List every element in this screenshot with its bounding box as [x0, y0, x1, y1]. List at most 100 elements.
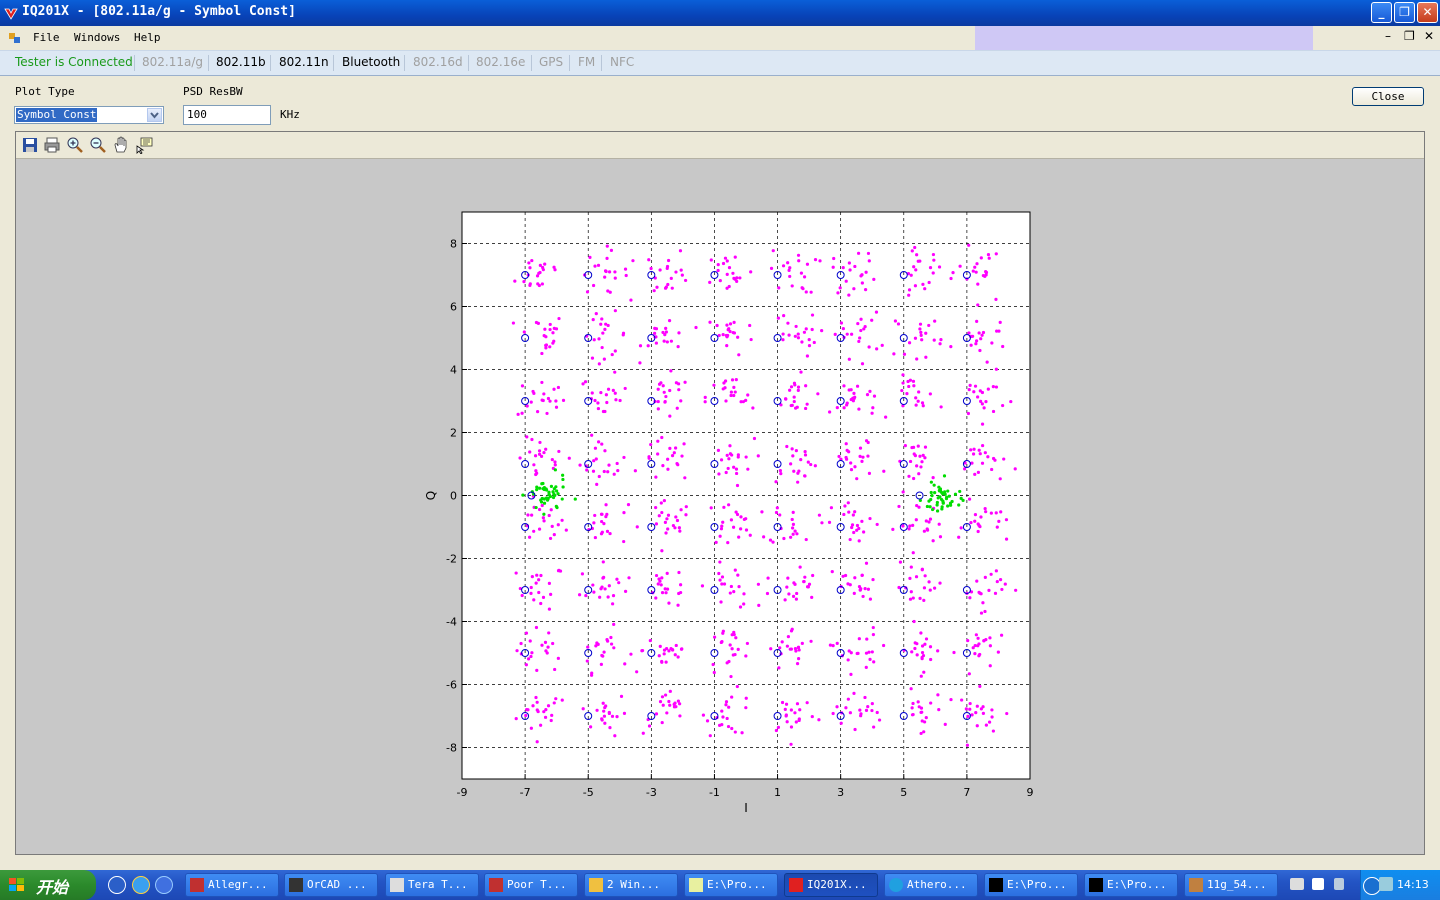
data-symbol-point — [725, 453, 729, 457]
data-symbol-point — [514, 571, 518, 575]
taskbar-item-atheros[interactable]: Athero... — [884, 873, 978, 897]
data-symbol-point — [538, 263, 542, 267]
data-symbol-point — [775, 506, 779, 510]
taskbar-item-11g[interactable]: 11g_54... — [1184, 873, 1278, 897]
data-symbol-point — [837, 454, 841, 459]
data-symbol-point — [968, 701, 972, 706]
tab-fm[interactable]: FM — [578, 55, 595, 69]
data-symbol-point — [978, 348, 982, 353]
taskbar-item-cmd-2[interactable]: E:\Pro... — [1084, 873, 1178, 897]
tab-80216e[interactable]: 802.16e — [476, 55, 525, 69]
data-symbol-point — [906, 379, 910, 384]
data-symbol-point — [848, 268, 852, 272]
close-window-button[interactable]: ✕ — [1417, 2, 1438, 23]
data-symbol-point — [539, 573, 543, 578]
data-symbol-point — [552, 533, 556, 537]
taskbar-item-windows-group[interactable]: 2 Win... — [584, 873, 678, 897]
constellation-plot[interactable]: -9 -7 -5 -3 -1 1 3 5 7 9 -8 -6 -4 -2 0 2 4 6 8 I Q — [16, 132, 1424, 854]
browser-quicklaunch-icon[interactable] — [155, 876, 173, 894]
data-symbol-point — [602, 714, 607, 718]
data-symbol-point — [1001, 344, 1005, 349]
mdi-close-icon[interactable]: ✕ — [1424, 29, 1434, 43]
plot-type-value: Symbol Const — [16, 108, 98, 122]
document-icon[interactable] — [8, 31, 22, 45]
taskbar-item-poor[interactable]: Poor T... — [484, 873, 578, 897]
restore-button[interactable]: ❐ — [1394, 2, 1415, 23]
psd-resbw-input[interactable]: 100 — [183, 105, 271, 125]
data-symbol-point — [593, 264, 597, 268]
data-symbol-point — [927, 280, 931, 285]
data-symbol-point — [668, 446, 672, 450]
data-symbol-point — [599, 390, 603, 395]
plot-type-select[interactable]: Symbol Const — [14, 106, 164, 124]
data-symbol-point — [597, 337, 601, 341]
data-symbol-point — [680, 273, 684, 277]
data-symbol-point — [553, 460, 557, 464]
tab-nfc[interactable]: NFC — [610, 55, 634, 69]
data-symbol-point — [656, 439, 660, 443]
taskbar-item-teraterm[interactable]: Tera T... — [385, 873, 479, 897]
help-quicklaunch-icon[interactable] — [108, 876, 126, 894]
tab-80216d[interactable]: 802.16d — [413, 55, 463, 69]
data-symbol-point — [748, 323, 752, 328]
mdi-restore-icon[interactable]: ❐ — [1404, 29, 1415, 43]
data-symbol-point — [790, 526, 795, 530]
data-symbol-point — [554, 327, 559, 331]
data-symbol-point — [806, 460, 810, 464]
data-symbol-point — [884, 415, 888, 419]
data-symbol-point — [846, 697, 850, 701]
keyboard-icon[interactable] — [1290, 878, 1304, 890]
data-symbol-point — [673, 653, 677, 657]
help-icon[interactable] — [1312, 878, 1324, 890]
data-symbol-point — [859, 714, 863, 718]
data-symbol-point — [922, 529, 926, 533]
taskbar-item-orcad[interactable]: OrCAD ... — [284, 873, 378, 897]
chevron-down-icon[interactable] — [147, 108, 162, 122]
options-icon[interactable] — [1334, 878, 1344, 890]
taskbar-item-notepad[interactable]: E:\Pro... — [684, 873, 778, 897]
network-icon[interactable] — [1379, 877, 1393, 891]
taskbar-item-cmd-1[interactable]: E:\Pro... — [984, 873, 1078, 897]
data-symbol-point — [622, 455, 626, 460]
data-symbol-point — [966, 638, 970, 643]
menu-help[interactable]: Help — [134, 31, 161, 44]
menu-file[interactable]: File — [33, 31, 60, 44]
data-symbol-point — [609, 635, 613, 640]
data-symbol-point — [721, 261, 726, 266]
pilot-symbol-point — [930, 494, 934, 498]
data-symbol-point — [607, 270, 612, 274]
data-symbol-point — [856, 251, 861, 255]
close-button[interactable]: Close — [1352, 87, 1424, 106]
tab-80211n[interactable]: 802.11n — [279, 55, 329, 69]
tab-80211ag[interactable]: 802.11a/g — [142, 55, 203, 69]
data-symbol-point — [726, 466, 730, 471]
tab-80211b[interactable]: 802.11b — [216, 55, 266, 69]
data-symbol-point — [513, 279, 517, 283]
data-symbol-point — [731, 271, 735, 275]
data-symbol-point — [920, 710, 924, 714]
data-symbol-point — [831, 711, 835, 716]
data-symbol-point — [872, 725, 876, 729]
data-symbol-point — [535, 700, 539, 704]
data-symbol-point — [592, 521, 596, 525]
taskbar-item-iq201x[interactable]: IQ201X... — [784, 873, 878, 897]
data-symbol-point — [590, 391, 594, 395]
data-symbol-point — [660, 576, 664, 580]
plot-frame: -9 -7 -5 -3 -1 1 3 5 7 9 -8 -6 -4 -2 0 2 4 6 8 I Q — [15, 131, 1425, 855]
data-symbol-point — [524, 713, 528, 718]
data-symbol-point — [654, 573, 659, 578]
menu-windows[interactable]: Windows — [74, 31, 120, 44]
minimize-button[interactable]: _ — [1371, 2, 1392, 23]
tab-gps[interactable]: GPS — [539, 55, 563, 69]
data-symbol-point — [991, 385, 995, 389]
ie-quicklaunch-icon[interactable] — [132, 876, 150, 894]
data-symbol-point — [593, 446, 598, 450]
start-button[interactable]: 开始 — [0, 870, 96, 900]
taskbar-item-allegro[interactable]: Allegr... — [185, 873, 279, 897]
mdi-minimize-icon[interactable]: – — [1385, 29, 1391, 43]
data-symbol-point — [612, 646, 616, 650]
data-symbol-point — [728, 643, 732, 647]
data-symbol-point — [670, 454, 675, 458]
data-symbol-point — [842, 406, 846, 410]
tab-bluetooth[interactable]: Bluetooth — [342, 55, 400, 69]
